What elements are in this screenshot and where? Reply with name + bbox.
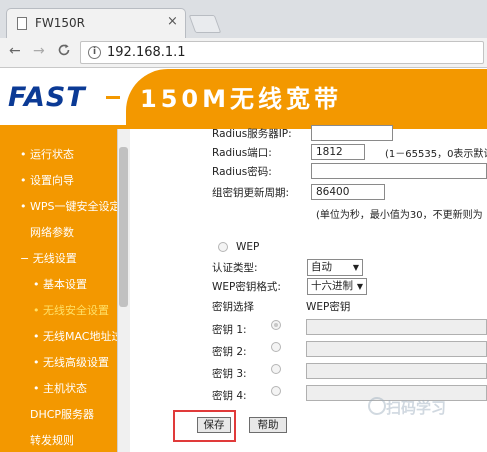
key-3-label: 密钥 3: [212, 368, 247, 380]
reload-icon[interactable] [57, 43, 71, 61]
key-2-input[interactable] [306, 341, 487, 357]
wep-radio[interactable] [218, 242, 228, 252]
key-1-label: 密钥 1: [212, 324, 247, 336]
key-4-radio[interactable] [271, 386, 281, 396]
sidebar-item-advanced[interactable]: • 无线高级设置 [0, 350, 130, 372]
watermark-icon [368, 397, 386, 415]
help-button[interactable]: 帮助 [249, 417, 287, 433]
group-key-period-input[interactable]: 86400 [311, 184, 385, 200]
group-key-period-label: 组密钥更新周期: [212, 187, 290, 199]
sidebar-item-basic[interactable]: • 基本设置 [0, 272, 130, 294]
radius-password-label: Radius密码: [212, 166, 272, 178]
chevron-down-icon: ▼ [352, 263, 359, 272]
browser-tab-strip: FW150R × [0, 0, 487, 38]
url-text: 192.168.1.1 [107, 45, 186, 60]
radius-server-ip-input[interactable] [311, 125, 393, 141]
forward-arrow-icon[interactable]: → [33, 43, 45, 59]
sidebar-item-dhcp[interactable]: DHCP服务器 [0, 402, 130, 424]
tab-title: FW150R [35, 16, 86, 30]
key-2-label: 密钥 2: [212, 346, 247, 358]
new-tab-button[interactable] [188, 15, 222, 33]
key-1-input[interactable] [306, 319, 487, 335]
browser-toolbar: ← → i 192.168.1.1 [0, 38, 487, 68]
key-1-radio[interactable] [271, 320, 281, 330]
sidebar-item-wireless-security[interactable]: • 无线安全设置 [0, 298, 130, 320]
address-bar[interactable]: i 192.168.1.1 [80, 41, 484, 64]
radius-port-hint: (1－65535，0表示默认 [385, 149, 487, 160]
wep-format-select[interactable]: 十六进制 ▼ [307, 278, 367, 295]
sidebar-item-wireless[interactable]: − 无线设置 [0, 246, 130, 268]
header-title: 150M无线宽带 [140, 85, 342, 113]
sidebar-item-network[interactable]: 网络参数 [0, 220, 130, 242]
sidebar-menu: • 运行状态 • 设置向导 • WPS一键安全设定 网络参数 − 无线设置 • … [0, 129, 134, 452]
sidebar-item-wps[interactable]: • WPS一键安全设定 [0, 194, 130, 216]
auth-type-select[interactable]: 自动 ▼ [307, 259, 363, 276]
key-3-radio[interactable] [271, 364, 281, 374]
browser-tab[interactable]: FW150R × [6, 8, 186, 38]
group-key-period-hint: (单位为秒，最小值为30，不更新则为 [316, 210, 483, 221]
sidebar-item-wizard[interactable]: • 设置向导 [0, 168, 130, 190]
wep-format-label: WEP密钥格式: [212, 281, 281, 293]
sidebar-item-mac-filter[interactable]: • 无线MAC地址过滤 [0, 324, 134, 346]
sidebar-item-host-status[interactable]: • 主机状态 [0, 376, 130, 398]
chevron-down-icon: ▼ [356, 282, 363, 291]
router-admin-page: FAST 150M无线宽带 • 运行状态 • 设置向导 • WPS一键安全设定 … [0, 69, 487, 452]
sidebar-scroll-thumb[interactable] [119, 147, 128, 307]
sidebar-item-status[interactable]: • 运行状态 [0, 142, 130, 164]
radius-server-ip-label: Radius服务器IP: [212, 128, 292, 140]
radius-port-label: Radius端口: [212, 147, 272, 159]
wep-label: WEP [236, 241, 260, 253]
info-icon[interactable]: i [88, 46, 101, 59]
radius-port-input[interactable]: 1812 [311, 144, 365, 160]
watermark-text: 扫码学习 [386, 399, 447, 417]
auth-type-label: 认证类型: [212, 262, 258, 274]
key-2-radio[interactable] [271, 342, 281, 352]
radius-password-input[interactable] [311, 163, 487, 179]
fast-logo: FAST [8, 82, 86, 113]
key-4-label: 密钥 4: [212, 390, 247, 402]
back-arrow-icon[interactable]: ← [9, 43, 21, 59]
page-header: FAST 150M无线宽带 [0, 69, 487, 125]
sidebar-item-forwarding[interactable]: 转发规则 [0, 428, 130, 450]
wep-key-header: WEP密钥 [306, 301, 351, 313]
key-select-label: 密钥选择 [212, 301, 254, 313]
logo-accent [106, 96, 120, 99]
key-3-input[interactable] [306, 363, 487, 379]
save-button[interactable]: 保存 [197, 417, 231, 433]
close-tab-icon[interactable]: × [167, 14, 178, 29]
page-icon [17, 17, 27, 30]
